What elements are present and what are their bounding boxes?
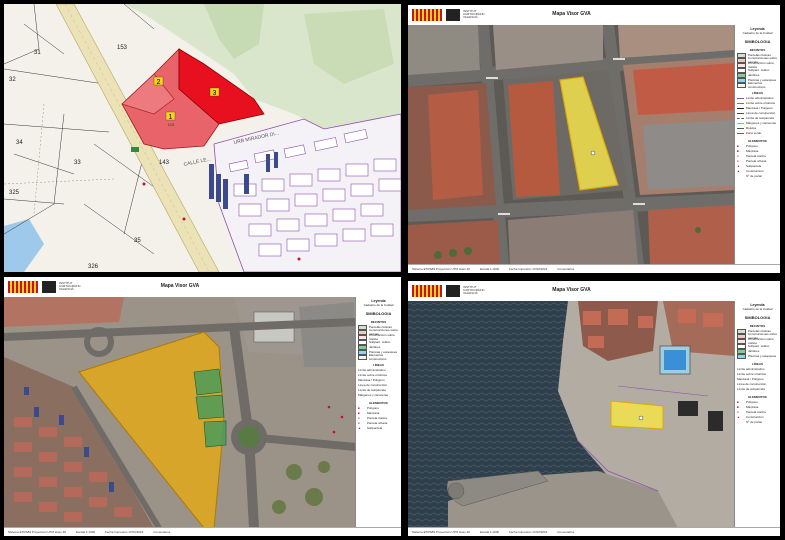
viewer-header: INSTITUT CARTOGRÀFIC VALENCIÀ Mapa Visor… — [4, 277, 401, 298]
street-calle: CALLE LE... — [183, 156, 211, 168]
plot-153: 153 — [117, 45, 128, 51]
legend-lineas: LÍNEAS — [751, 91, 763, 95]
orthophoto-map[interactable] — [408, 301, 735, 528]
legend-item: Construcción sobre rústica — [737, 61, 778, 69]
viewer-header: INSTITUT CARTOGRÀFIC VALENCIÀ Mapa Visor… — [408, 281, 780, 302]
legend-elementos: ELEMENTOS — [748, 139, 767, 143]
parcel-3-number: 3 — [213, 90, 217, 97]
plot-33: 33 — [74, 160, 81, 166]
cadastral-map: 2 3 1 119 153 31 32 33 34 35 325 326 143 — [4, 4, 401, 272]
parcel-2-number: 2 — [157, 79, 161, 86]
legend-panel: Leyenda Cadastro de la Cuidad SIMBOLOGIA… — [734, 301, 780, 528]
plot-34: 34 — [16, 140, 23, 146]
parcel-1-subnumber: 119 — [168, 122, 175, 127]
plot-143: 143 — [159, 160, 170, 166]
viewer-title: Mapa Visor GVA — [552, 11, 591, 17]
legend-item: Elementos constructivos — [737, 81, 778, 89]
plot-32: 32 — [9, 77, 16, 83]
legend-recintos: RECINTOS — [749, 48, 766, 52]
legend-item: Jardines — [737, 72, 778, 78]
legend-panel: Leyenda Cadastro de la Cuidad SIMBOLOGIA… — [734, 25, 780, 265]
parcel-1-number: 1 — [169, 114, 173, 121]
plot-325: 325 — [9, 190, 20, 196]
viewer-title: Mapa Visor GVA — [552, 287, 591, 293]
orthophoto-map[interactable] — [408, 25, 735, 265]
viewer-footer: Sistema ETRS89 Proyección UTM Huso 30 Esc… — [408, 527, 780, 536]
orthophoto-map[interactable] — [4, 297, 356, 528]
legend-heading: SIMBOLOGIA — [744, 39, 771, 44]
plot-326: 326 — [88, 264, 99, 270]
cadastral-map-panel[interactable]: 2 3 1 119 153 31 32 33 34 35 325 326 143 — [4, 4, 401, 272]
viewer-header: INSTITUT CARTOGRÀFIC VALENCIÀ Mapa Visor… — [408, 5, 780, 26]
viewer-footer: Sistema ETRS89 Proyección UTM Huso 30 Esc… — [408, 264, 780, 273]
viewer-panel-roundabout[interactable]: INSTITUT CARTOGRÀFIC VALENCIÀ Mapa Visor… — [4, 277, 401, 536]
legend-subtitle: Cadastro de la Cuidad — [742, 31, 773, 35]
viewer-footer: Sistema ETRS89 Proyección UTM Huso 30 Esc… — [4, 527, 401, 536]
viewer-panel-coast[interactable]: INSTITUT CARTOGRÀFIC VALENCIÀ Mapa Visor… — [408, 281, 780, 536]
viewer-panel-urban[interactable]: INSTITUT CARTOGRÀFIC VALENCIÀ Mapa Visor… — [408, 5, 780, 273]
legend-panel: Leyenda Cadastro de la Cuidad SIMBOLOGIA… — [355, 297, 401, 528]
viewer-title: Mapa Visor GVA — [160, 283, 200, 289]
plot-35: 35 — [134, 238, 141, 244]
plot-31: 31 — [34, 50, 41, 56]
